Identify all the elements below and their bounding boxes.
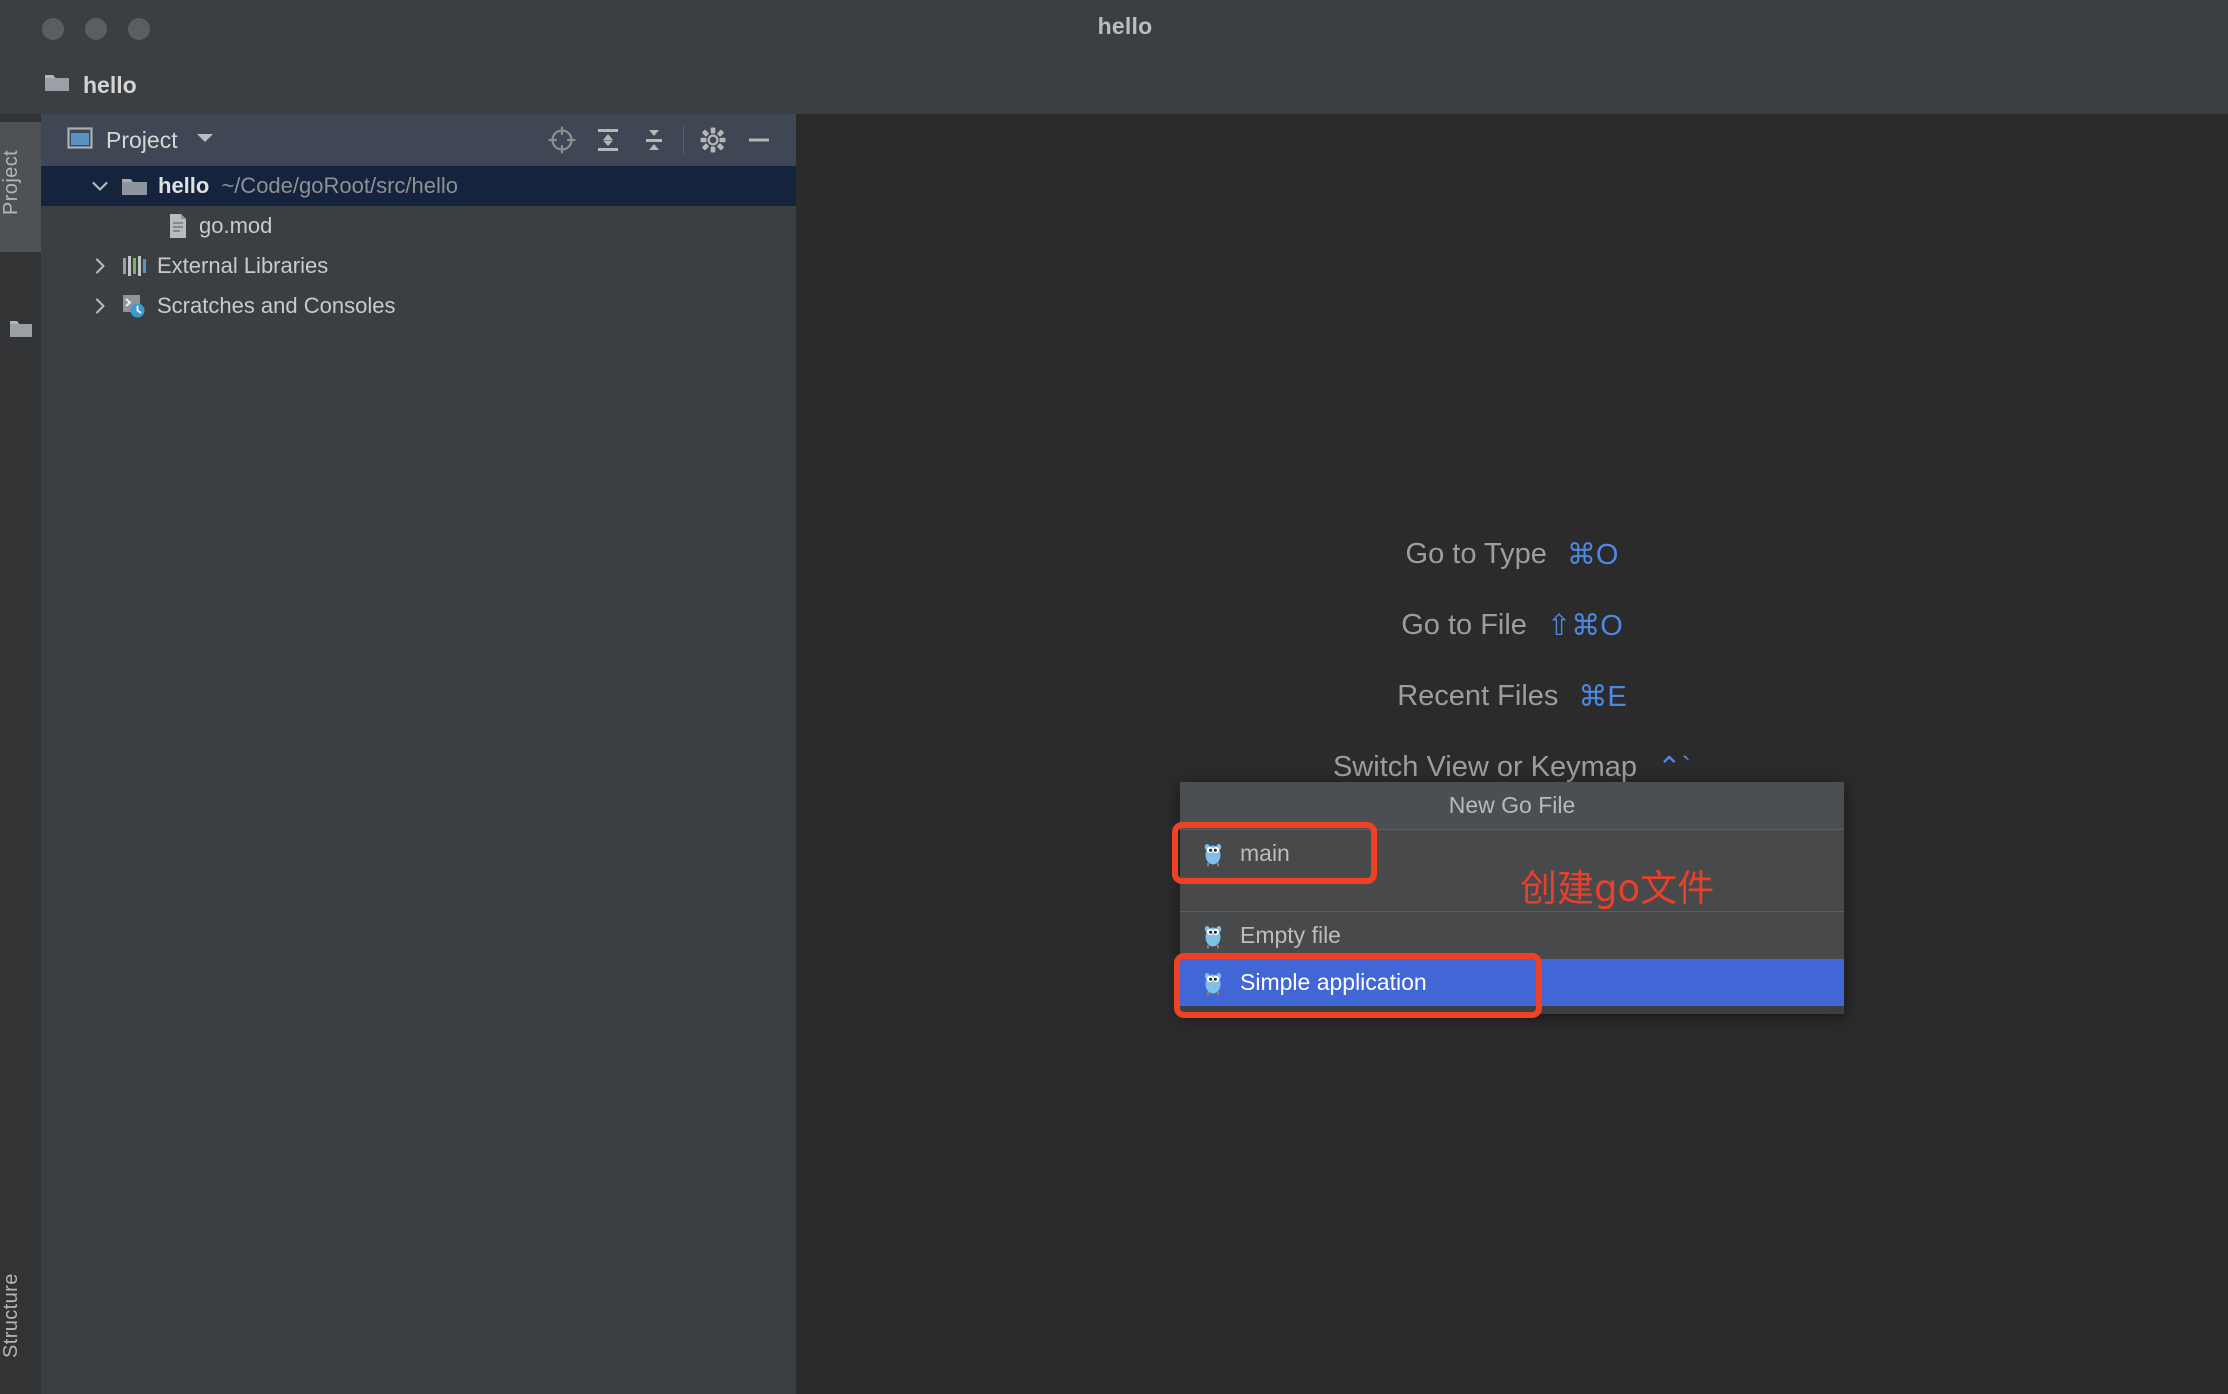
popup-item-main[interactable]: main	[1180, 830, 1844, 877]
new-go-file-popup: New Go File main Empty file Simple appli…	[1180, 782, 1844, 1014]
folder-icon	[44, 72, 70, 99]
hint-label: Go to File	[1401, 609, 1527, 641]
ide-window: hello hello Project Structure Project he…	[0, 0, 2228, 1394]
sidebar-item-structure[interactable]: Structure	[0, 1246, 41, 1386]
tree-item-label: hello	[158, 173, 210, 198]
hint-label: Recent Files	[1397, 680, 1559, 712]
window-titlebar: hello	[22, 0, 2228, 56]
folder-icon	[9, 319, 33, 344]
project-panel-header: Project	[41, 114, 796, 166]
annotation-text: 创建go文件	[1520, 867, 1715, 910]
tree-item-label: go.mod	[199, 213, 273, 238]
hide-icon[interactable]	[736, 117, 782, 163]
hint-shortcut: ⌘E	[1578, 681, 1627, 713]
folder-icon	[121, 175, 148, 197]
breadcrumb[interactable]: hello	[83, 72, 137, 99]
go-gopher-icon	[1202, 970, 1224, 996]
popup-item-label: Empty file	[1240, 922, 1341, 948]
popup-footer	[1180, 1006, 1844, 1014]
editor-empty-area: Go to Type ⌘O Go to File ⇧⌘O Recent File…	[796, 114, 2228, 1394]
toolbar-divider	[683, 126, 684, 154]
chevron-down-icon[interactable]	[87, 181, 113, 192]
popup-item-gap	[1180, 877, 1844, 911]
gear-icon[interactable]	[690, 117, 736, 163]
tree-row[interactable]: go.mod	[41, 206, 796, 246]
tree-item-label: Scratches and Consoles	[157, 293, 396, 318]
go-gopher-icon	[1202, 841, 1224, 867]
libraries-icon	[121, 254, 147, 278]
tree-row[interactable]: External Libraries	[41, 246, 796, 286]
left-tool-strip: Project Structure	[0, 114, 41, 1394]
expand-all-icon[interactable]	[585, 117, 631, 163]
popup-item-simple-application[interactable]: Simple application	[1180, 959, 1844, 1006]
popup-item-empty-file[interactable]: Empty file	[1180, 912, 1844, 959]
tree-row[interactable]: Scratches and Consoles	[41, 286, 796, 326]
collapse-all-icon[interactable]	[631, 117, 677, 163]
hint-label: Switch View or Keymap	[1332, 751, 1638, 783]
hint-row: Recent Files ⌘E	[796, 661, 2228, 732]
hint-row: Go to Type ⌘O	[796, 519, 2228, 590]
navigation-bar: hello	[22, 56, 2228, 114]
popup-item-label: Simple application	[1240, 969, 1427, 995]
hint-shortcut: ⌃`	[1657, 752, 1692, 784]
shortcut-hints: Go to Type ⌘O Go to File ⇧⌘O Recent File…	[796, 519, 2228, 803]
tree-item-label: External Libraries	[157, 253, 329, 278]
tree-item-path: ~/Code/goRoot/src/hello	[221, 173, 458, 198]
hint-shortcut: ⇧⌘O	[1546, 610, 1623, 642]
chevron-right-icon[interactable]	[87, 298, 113, 314]
popup-item-label: main	[1240, 840, 1290, 866]
project-panel-title: Project	[106, 126, 178, 153]
hint-shortcut: ⌘O	[1566, 539, 1619, 571]
hint-row: Go to File ⇧⌘O	[796, 590, 2228, 661]
hint-label: Go to Type	[1405, 538, 1547, 570]
chevron-right-icon[interactable]	[87, 258, 113, 274]
file-icon	[167, 213, 189, 239]
project-tree: hello ~/Code/goRoot/src/hello go.mod Ext…	[41, 166, 796, 326]
chevron-down-icon[interactable]	[195, 131, 215, 150]
project-tool-window: Project hello ~/Code/goRoot/src/hello go…	[41, 114, 796, 1394]
locate-icon[interactable]	[539, 117, 585, 163]
sidebar-item-project[interactable]: Project	[0, 122, 41, 252]
tree-row[interactable]: hello ~/Code/goRoot/src/hello	[41, 166, 796, 206]
go-gopher-icon	[1202, 923, 1224, 949]
window-title: hello	[1097, 13, 1153, 39]
popup-title: New Go File	[1180, 782, 1844, 829]
scratches-icon	[121, 293, 147, 319]
project-view-icon	[67, 126, 93, 155]
project-panel-toolbar	[539, 114, 782, 166]
